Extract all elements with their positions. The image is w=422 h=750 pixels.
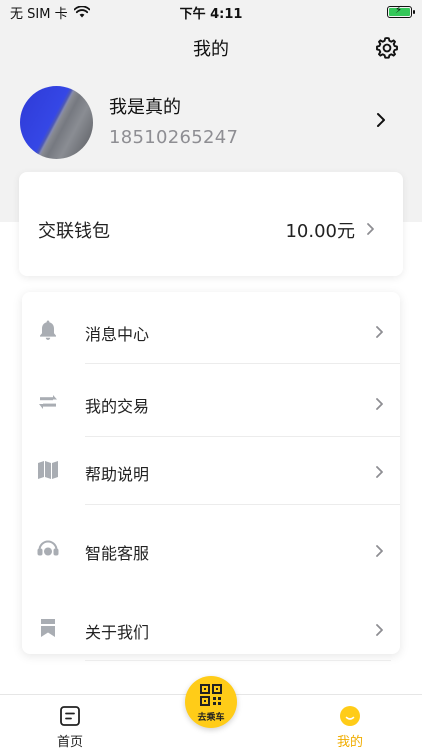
profile-row[interactable]: 我是真的 18510265247 xyxy=(0,82,422,164)
settings-button[interactable] xyxy=(374,35,400,61)
menu-item-about-us[interactable]: 关于我们 xyxy=(22,596,400,656)
page-title: 我的 xyxy=(193,39,229,60)
menu-item-label: 消息中心 xyxy=(85,325,150,344)
book-icon xyxy=(38,461,58,479)
status-left: 无 SIM 卡 xyxy=(10,3,90,22)
menu-divider xyxy=(85,363,400,364)
menu-item-help[interactable]: 帮助说明 xyxy=(22,438,400,498)
ride-label: 去乘车 xyxy=(197,713,225,723)
wallet-amount: 10.00元 xyxy=(285,221,355,242)
wifi-icon xyxy=(73,6,90,18)
carrier-text: 无 SIM 卡 xyxy=(10,6,68,22)
menu-item-customer-service[interactable]: 智能客服 xyxy=(22,517,400,577)
profile-name: 我是真的 xyxy=(109,97,181,118)
tab-mine-label: 我的 xyxy=(336,735,363,750)
transfer-icon xyxy=(39,395,57,409)
chevron-right-icon xyxy=(367,223,374,235)
bell-icon xyxy=(40,320,56,340)
gear-icon xyxy=(376,37,398,59)
chevron-right-icon xyxy=(376,545,383,557)
menu-item-label: 帮助说明 xyxy=(85,465,150,484)
avatar[interactable] xyxy=(20,86,93,159)
header: 我的 xyxy=(0,28,422,68)
tab-home-label: 首页 xyxy=(56,735,83,750)
tab-home[interactable]: 首页 xyxy=(30,695,110,750)
menu-divider xyxy=(85,504,400,505)
menu-item-label: 智能客服 xyxy=(85,544,150,563)
menu-divider xyxy=(85,436,400,437)
menu-card: 消息中心 我的交易 帮助说明 智能客服 关于我们 xyxy=(22,292,400,654)
status-time: 下午 4:11 xyxy=(179,6,243,22)
menu-item-message-center[interactable]: 消息中心 xyxy=(22,298,400,358)
chevron-right-icon xyxy=(376,326,383,338)
wallet-card[interactable]: 交联钱包 10.00元 xyxy=(19,172,403,276)
home-icon xyxy=(60,706,80,726)
tab-mine[interactable]: 我的 xyxy=(310,695,390,750)
ride-button[interactable]: 去乘车 xyxy=(185,676,237,728)
battery-icon: ⚡ xyxy=(387,5,415,18)
smile-icon xyxy=(340,706,360,726)
chevron-right-icon xyxy=(376,466,383,478)
chevron-right-icon xyxy=(376,624,383,636)
menu-item-my-transactions[interactable]: 我的交易 xyxy=(22,370,400,430)
chevron-right-icon xyxy=(377,113,385,127)
profile-phone: 18510265247 xyxy=(109,127,239,148)
menu-item-label: 我的交易 xyxy=(85,397,150,416)
divider xyxy=(85,660,391,661)
headset-icon xyxy=(37,540,59,556)
status-bar: 无 SIM 卡 下午 4:11 ⚡ xyxy=(0,0,422,24)
chevron-right-icon xyxy=(376,398,383,410)
menu-item-label: 关于我们 xyxy=(85,623,150,642)
bookmark-icon xyxy=(41,619,55,637)
qr-code-icon xyxy=(200,684,222,706)
wallet-label: 交联钱包 xyxy=(38,221,110,242)
